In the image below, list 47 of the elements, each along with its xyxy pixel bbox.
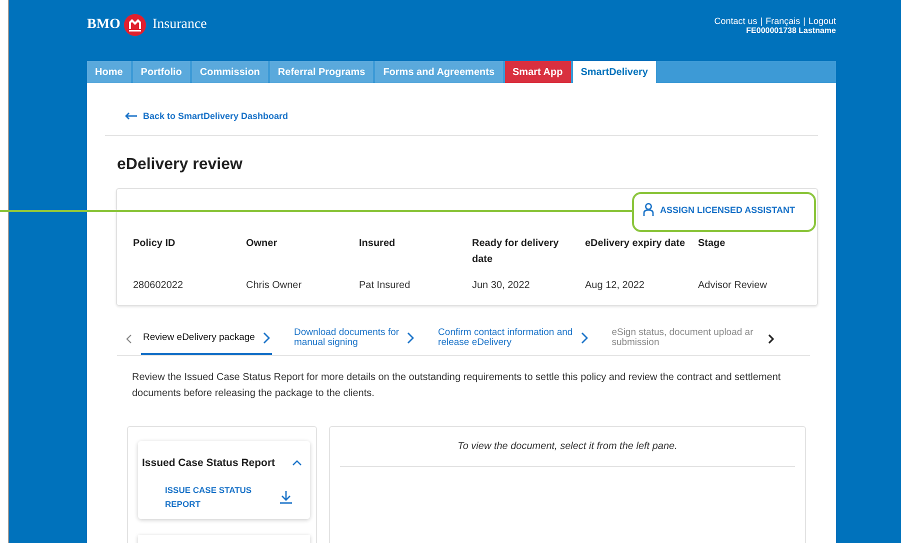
logo-icon [124,14,146,36]
brand-name: BMO [87,16,120,32]
column-header: Insured [359,238,396,249]
assign-button[interactable]: ASSIGN LICENSED ASSISTANT [642,203,795,216]
separator: | [803,16,806,26]
nav-tab[interactable]: Referral Programs [270,61,374,83]
back-arrow-icon [125,112,137,120]
chevron-icon [262,332,270,344]
header-link[interactable]: Logout [808,16,836,26]
table-cell: Advisor Review [698,280,767,291]
table-cell: Pat Insured [359,280,410,291]
document-group-title: Issued Case Status Report [142,457,276,469]
step-tab[interactable]: Review eDelivery package [141,322,272,355]
column-header: eDelivery expiry date [585,238,686,249]
column-header: Ready for delivery date [472,238,559,265]
header-link[interactable]: Contact us [714,16,758,26]
column-header: Stage [698,238,726,249]
table-cell: Chris Owner [246,280,302,291]
column-header: Policy ID [133,238,176,249]
scroll-right-icon[interactable] [768,334,774,344]
nav-tab[interactable]: Home [87,61,131,83]
separator: | [760,16,763,26]
account-id: FE000001738 Lastname [745,26,836,35]
step-tab[interactable]: Download documents for manual signing [292,322,416,355]
nav-tab[interactable]: Commission [192,61,268,83]
table-cell: 280602022 [133,280,184,291]
document-link[interactable]: ISSUE CASE STATUS REPORT [165,483,275,511]
nav-tab[interactable]: Portfolio [132,61,190,83]
scroll-left-icon[interactable] [126,334,132,344]
nav-tab[interactable]: SmartDelivery [572,61,656,83]
chevron-icon [407,332,414,344]
brand-name: Insurance [152,16,207,32]
header-link[interactable]: Français [766,16,800,26]
collapse-icon[interactable] [292,460,302,466]
nav-tab[interactable]: Smart App [504,61,571,83]
step-tab[interactable]: Confirm contact information and release eDelivery [436,322,590,355]
table-cell: Aug 12, 2022 [585,280,644,291]
chevron-icon [580,332,588,344]
table-cell: Jun 30, 2022 [472,280,530,291]
description-text: Review the Issued Case Status Report for more details on the outstanding requirements to settle this policy and review the contract and settlement documents before releasing the package to the clients. [132,371,782,401]
page-title: eDelivery review [117,156,244,174]
nav-tab[interactable]: Forms and Agreements [375,61,503,83]
viewer-hint: To view the document, select it from the left pane. [340,427,795,467]
person-icon [642,203,654,216]
back-link[interactable]: Back to SmartDelivery Dashboard [143,111,288,121]
download-icon[interactable] [280,490,292,504]
column-header: Owner [246,238,278,249]
